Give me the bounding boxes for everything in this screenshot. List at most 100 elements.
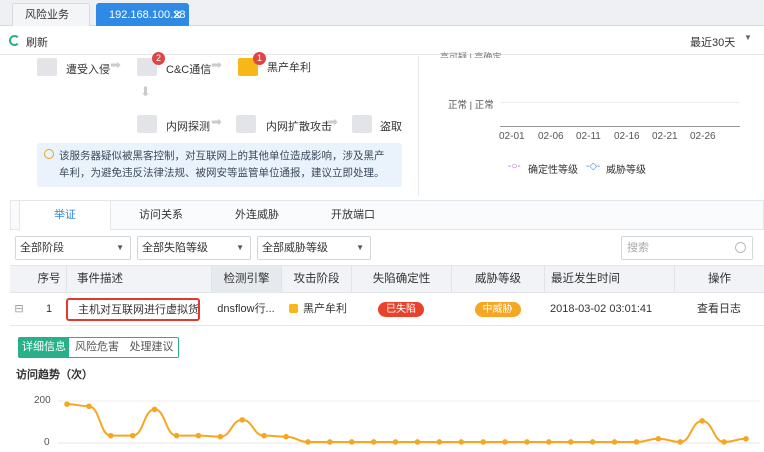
arrow-down-icon: ⬇ xyxy=(140,84,151,99)
trend-point[interactable] xyxy=(195,432,202,439)
row-stage-label: 黑产牟利 xyxy=(303,303,347,315)
tip-text: 该服务器疑似被黑客控制，对互联网上的其他单位造成影响，涉及黑产牟利，为避免违反法… xyxy=(59,150,385,179)
fall-badge: 已失陷 xyxy=(378,302,424,317)
trend-point[interactable] xyxy=(589,439,596,445)
trend-point[interactable] xyxy=(239,417,246,423)
tab-outbound-threat[interactable]: 外连威胁 xyxy=(211,201,303,230)
lightbulb-icon xyxy=(44,149,54,159)
x-tick: 02-16 xyxy=(614,131,640,142)
arrow-right-icon: ➡ xyxy=(211,114,222,129)
trend-point[interactable] xyxy=(436,439,443,445)
trend-point[interactable] xyxy=(721,439,727,445)
tab-bar: 风险业务 192.168.100.28 ✕ xyxy=(0,0,764,26)
th-stage: 攻击阶段 xyxy=(281,266,351,293)
legend-threat: 威胁等级 xyxy=(606,165,646,176)
th-time: 最近发生时间 xyxy=(544,266,674,293)
tab-open-ports[interactable]: 开放端口 xyxy=(307,201,399,230)
stage-coin-icon xyxy=(289,304,298,313)
legend-certainty-icon: -○- xyxy=(508,161,521,172)
trend-point[interactable] xyxy=(129,432,136,439)
x-axis xyxy=(500,126,740,127)
trend-point[interactable] xyxy=(699,418,705,424)
row-threat: 中威胁 xyxy=(451,294,544,325)
caret-down-icon: ▼ xyxy=(236,243,244,252)
trend-point[interactable] xyxy=(524,439,530,445)
refresh-icon[interactable] xyxy=(9,35,20,46)
trend-point[interactable] xyxy=(633,439,640,445)
caret-down-icon: ▼ xyxy=(356,243,364,252)
arrow-right-icon: ➡ xyxy=(211,57,222,72)
threat-badge: 中威胁 xyxy=(474,302,521,317)
fall-level-select[interactable]: 全部失陷等级 ▼ xyxy=(137,236,251,260)
advice-tip: 该服务器疑似被黑客控制，对互联网上的其他单位造成影响，涉及黑产牟利，为避免违反法… xyxy=(37,143,402,187)
range-select[interactable]: 最近30天 xyxy=(690,34,735,50)
trend-point[interactable] xyxy=(392,439,399,445)
refresh-button[interactable]: 刷新 xyxy=(26,34,48,50)
level-trend-chart: 高可疑 | 高确定 正常 | 正常 02-01 02-06 02-11 02-1… xyxy=(440,52,750,186)
trend-point[interactable] xyxy=(261,432,267,439)
trend-point[interactable] xyxy=(217,433,224,440)
row-index: 1 xyxy=(45,303,53,315)
profit-badge: 1 xyxy=(253,52,266,65)
stage-select-value: 全部阶段 xyxy=(20,242,64,254)
legend-threat-icon: -◇- xyxy=(586,161,601,172)
trend-point[interactable] xyxy=(86,403,92,410)
trend-point[interactable] xyxy=(151,406,158,413)
row-time: 2018-03-02 03:01:41 xyxy=(550,303,653,315)
trend-point[interactable] xyxy=(677,439,684,445)
trend-point[interactable] xyxy=(414,439,421,445)
row-desc[interactable]: 主机对互联网进行虚拟货币... xyxy=(66,298,200,321)
fall-level-value: 全部失陷等级 xyxy=(142,242,208,254)
search-icon[interactable] xyxy=(735,242,746,253)
x-tick: 02-21 xyxy=(652,131,678,142)
threat-level-value: 全部威胁等级 xyxy=(262,242,328,254)
close-icon[interactable]: ✕ xyxy=(172,4,182,26)
search-input[interactable]: 搜索 xyxy=(621,236,753,260)
trend-point[interactable] xyxy=(327,439,333,445)
toolbar: 刷新 最近30天 ▼ xyxy=(0,27,764,55)
trend-point[interactable] xyxy=(305,439,311,445)
view-log-link[interactable]: 查看日志 xyxy=(674,294,764,325)
legend-certainty: 确定性等级 xyxy=(528,165,578,176)
chevron-down-icon[interactable]: ▼ xyxy=(744,33,752,42)
trend-point[interactable] xyxy=(502,439,508,445)
th-index: 序号 xyxy=(37,273,61,285)
trend-point[interactable] xyxy=(348,439,355,445)
tab-evidence[interactable]: 举证 xyxy=(19,201,111,231)
trend-point[interactable] xyxy=(611,439,618,445)
trend-point[interactable] xyxy=(173,432,180,439)
trend-point[interactable] xyxy=(283,433,289,440)
threat-level-select[interactable]: 全部威胁等级 ▼ xyxy=(257,236,371,260)
tab-risk-business[interactable]: 风险业务 xyxy=(12,3,90,26)
stage-select[interactable]: 全部阶段 ▼ xyxy=(15,236,131,260)
spread-icon xyxy=(236,115,256,133)
row-fall: 已失陷 xyxy=(351,294,451,325)
trend-point[interactable] xyxy=(458,439,465,445)
trend-point[interactable] xyxy=(480,439,486,445)
tab-access-relation[interactable]: 访问关系 xyxy=(115,201,207,230)
trend-point[interactable] xyxy=(655,436,662,442)
x-tick: 02-26 xyxy=(690,131,716,142)
trend-point[interactable] xyxy=(64,401,70,407)
row-engine: dnsflow行... xyxy=(217,303,275,315)
trend-point[interactable] xyxy=(743,436,749,442)
probe-icon xyxy=(137,115,157,133)
y-top-label: 高可疑 | 高确定 xyxy=(440,52,502,58)
th-fall: 失陷确定性 xyxy=(351,266,451,293)
tab-label: 风险业务 xyxy=(25,9,69,21)
tab-ip[interactable]: 192.168.100.28 ✕ xyxy=(96,3,189,26)
trend-point[interactable] xyxy=(567,439,574,445)
gridline xyxy=(500,102,740,103)
flow-node-steal: 盗取敏 xyxy=(380,121,402,133)
flow-node-intrusion: 遭受入侵 xyxy=(66,64,110,76)
trend-point[interactable] xyxy=(108,432,114,439)
trend-point[interactable] xyxy=(370,439,377,445)
arrow-right-icon: ➡ xyxy=(327,114,338,129)
flow-node-profit: 黑产牟利 xyxy=(267,62,311,74)
expand-icon[interactable]: ⊟ xyxy=(12,294,26,325)
th-engine[interactable]: 检测引擎 xyxy=(211,266,281,293)
x-tick: 02-11 xyxy=(576,131,601,142)
trend-point[interactable] xyxy=(546,439,552,445)
th-action: 操作 xyxy=(674,266,764,293)
table-row: ⊟ 1 主机对互联网进行虚拟货币... dnsflow行... 黑产牟利 已失陷… xyxy=(10,294,764,326)
